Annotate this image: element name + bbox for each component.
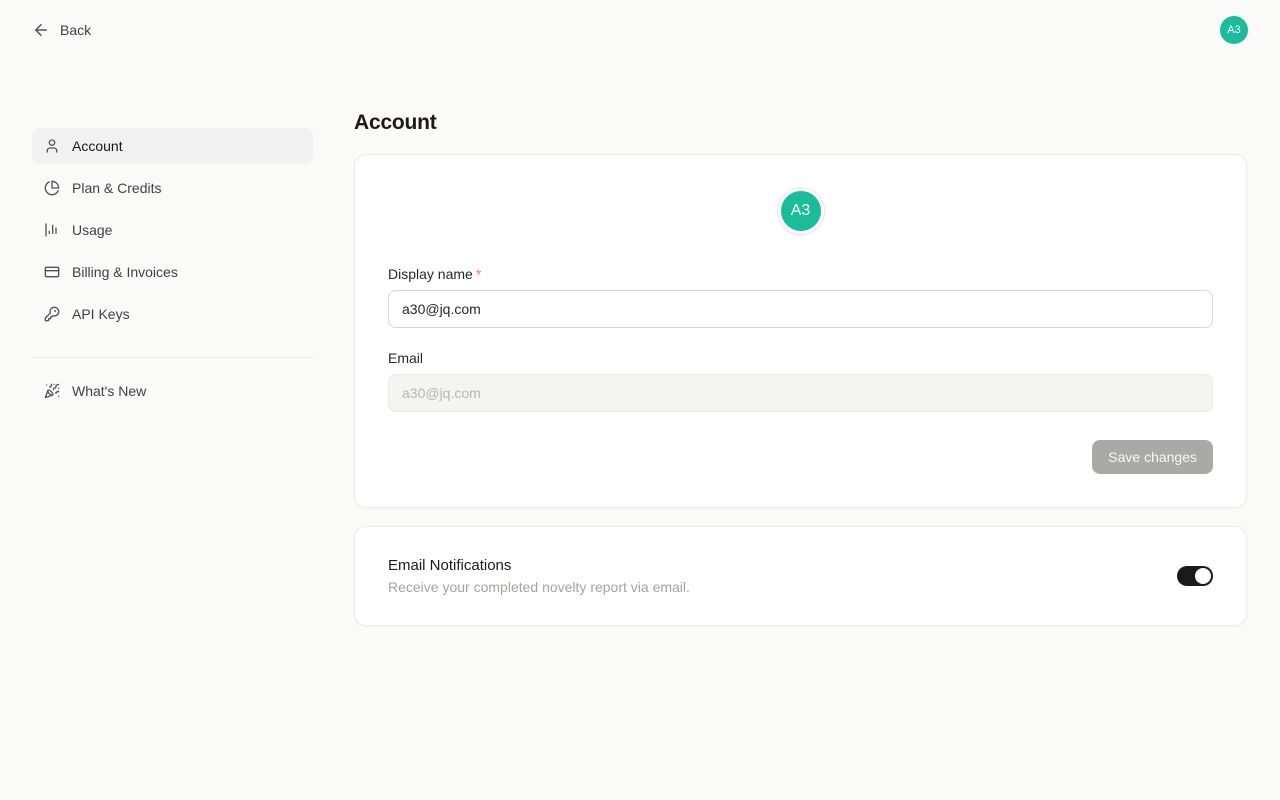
- display-name-label-text: Display name: [388, 266, 473, 282]
- sidebar-item-usage[interactable]: Usage: [32, 212, 313, 248]
- form-actions: Save changes: [388, 440, 1213, 474]
- sidebar-item-whats-new[interactable]: What's New: [32, 373, 313, 409]
- back-button[interactable]: Back: [32, 21, 91, 39]
- email-notifications-description: Receive your completed novelty report vi…: [388, 579, 690, 595]
- email-input: [388, 374, 1213, 412]
- profile-avatar: A3: [778, 188, 824, 234]
- sidebar-item-label: What's New: [72, 383, 146, 399]
- email-notifications-text: Email Notifications Receive your complet…: [388, 557, 690, 595]
- display-name-label: Display name*: [388, 266, 1213, 282]
- avatar-wrap: A3: [388, 188, 1213, 234]
- display-name-input[interactable]: [388, 290, 1213, 328]
- party-popper-icon: [44, 383, 60, 399]
- pie-chart-icon: [44, 180, 60, 196]
- sidebar-item-label: Account: [72, 138, 123, 154]
- sidebar-item-billing-invoices[interactable]: Billing & Invoices: [32, 254, 313, 290]
- key-icon: [44, 306, 60, 322]
- arrow-left-icon: [32, 21, 50, 39]
- main-content: Account A3 Display name* Email Save chan…: [354, 60, 1247, 626]
- topbar: Back A3: [0, 0, 1280, 60]
- user-icon: [44, 138, 60, 154]
- save-changes-button[interactable]: Save changes: [1092, 440, 1213, 474]
- sidebar-divider: [32, 357, 313, 358]
- user-avatar[interactable]: A3: [1220, 16, 1248, 44]
- sidebar-item-api-keys[interactable]: API Keys: [32, 296, 313, 332]
- page-layout: Account Plan & Credits Usage Billing & I…: [0, 60, 1280, 626]
- email-notifications-title: Email Notifications: [388, 557, 690, 574]
- back-label: Back: [60, 22, 91, 38]
- sidebar-item-plan-credits[interactable]: Plan & Credits: [32, 170, 313, 206]
- toggle-knob: [1195, 568, 1211, 584]
- profile-card: A3 Display name* Email Save changes: [354, 154, 1247, 508]
- bar-chart-icon: [44, 222, 60, 238]
- settings-sidebar: Account Plan & Credits Usage Billing & I…: [32, 60, 313, 415]
- page-title: Account: [354, 112, 1247, 134]
- required-asterisk: *: [476, 266, 481, 282]
- email-field-group: Email: [388, 350, 1213, 412]
- display-name-field-group: Display name*: [388, 266, 1213, 328]
- email-notifications-card: Email Notifications Receive your complet…: [354, 526, 1247, 626]
- email-label: Email: [388, 350, 1213, 366]
- sidebar-item-label: Usage: [72, 222, 112, 238]
- credit-card-icon: [44, 264, 60, 280]
- sidebar-item-account[interactable]: Account: [32, 128, 313, 164]
- sidebar-item-label: Plan & Credits: [72, 180, 161, 196]
- email-notifications-toggle[interactable]: [1177, 566, 1213, 586]
- sidebar-item-label: API Keys: [72, 306, 130, 322]
- sidebar-item-label: Billing & Invoices: [72, 264, 178, 280]
